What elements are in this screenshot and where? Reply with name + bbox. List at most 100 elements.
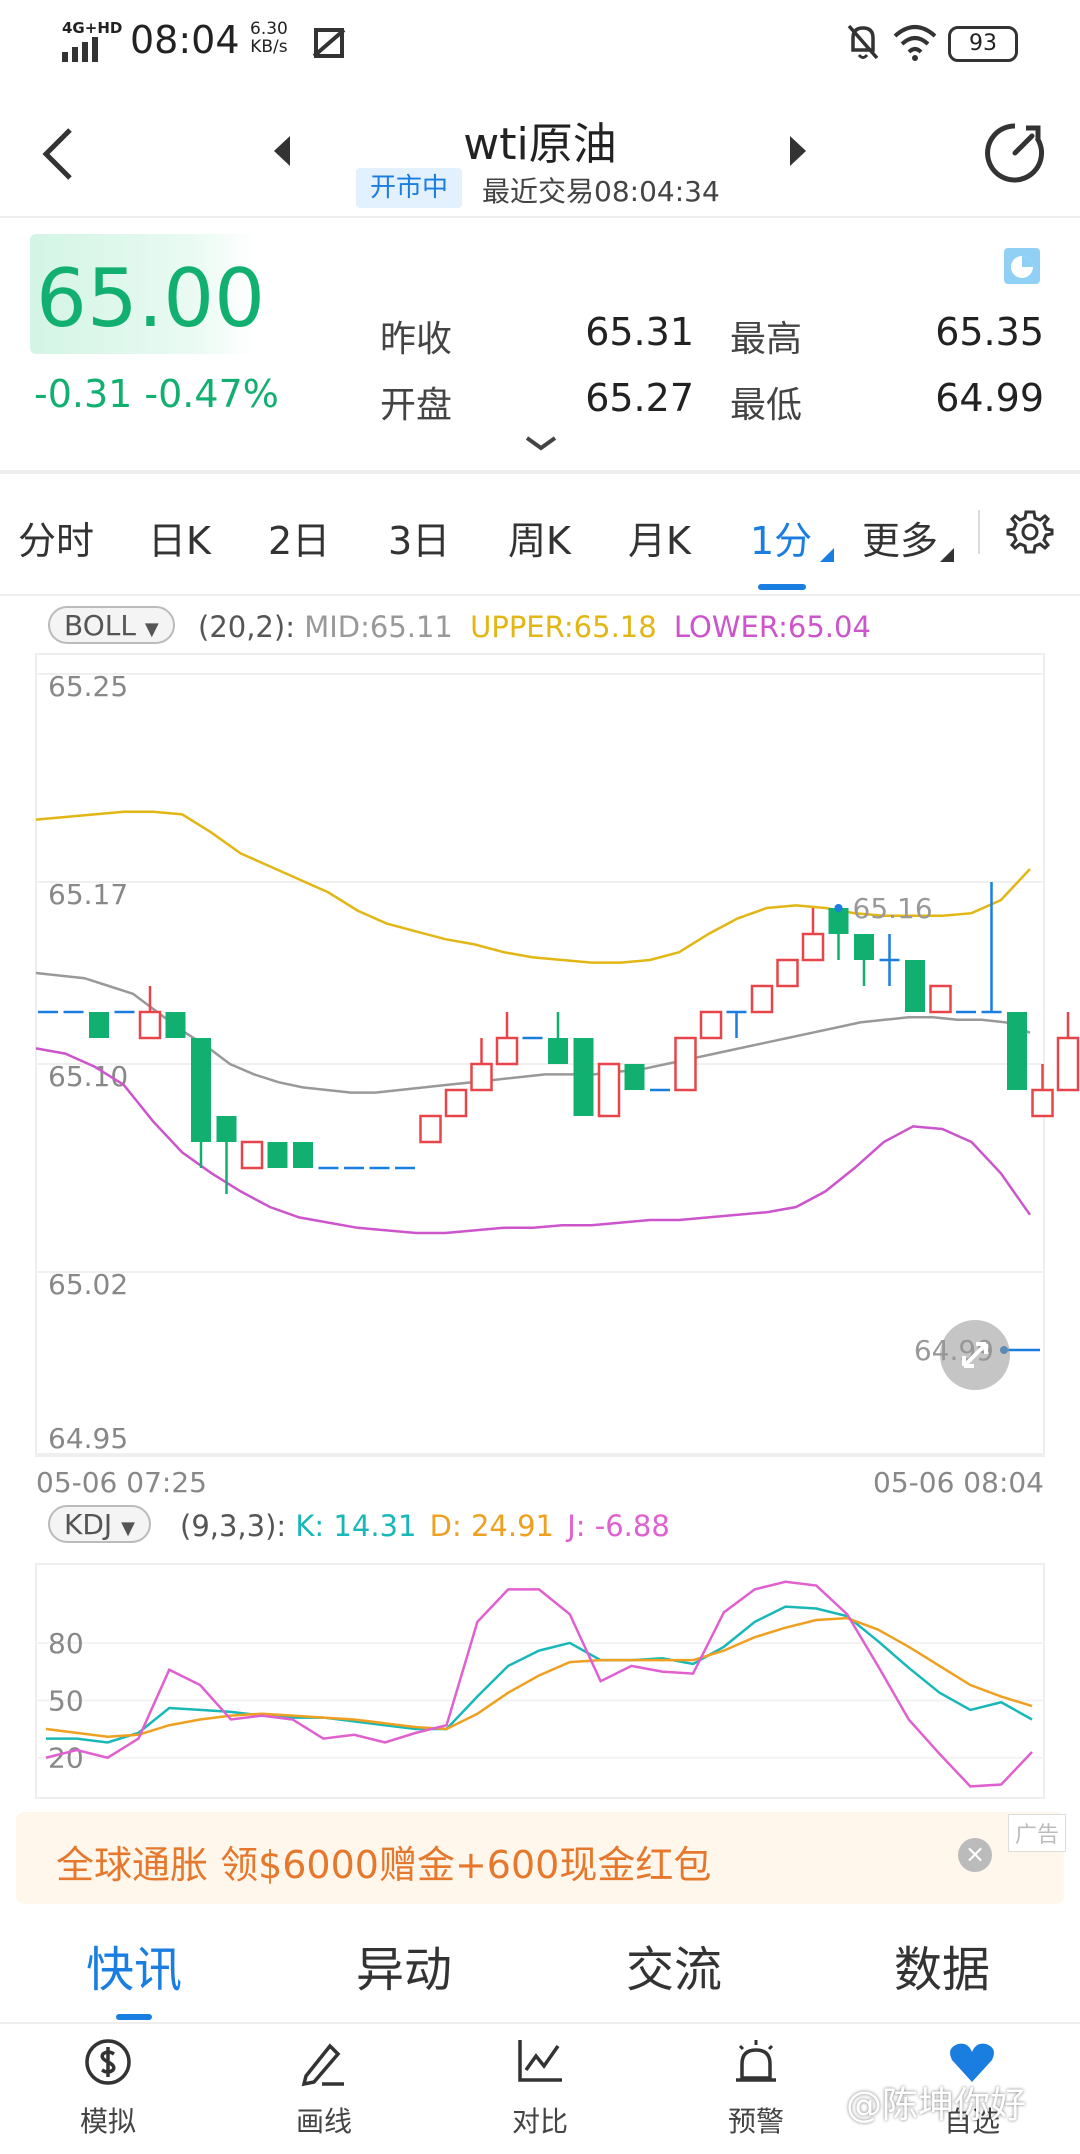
x-tick-label: 05-06 08:04 [873, 1466, 1044, 1499]
kdj-chart[interactable]: 80 50 20 [0, 1560, 1080, 1800]
tab-movement[interactable]: 异动 [356, 1930, 452, 2000]
kdj-j-line [45, 1580, 1033, 1788]
candle-body [905, 960, 925, 1012]
last-trade-time: 最近交易08:04:34 [482, 175, 720, 208]
next-instrument-icon[interactable] [786, 134, 810, 168]
kdj-k: K: 14.31 [295, 1509, 417, 1543]
boll-upper: UPPER:65.18 [470, 610, 657, 644]
candle-body [165, 1012, 186, 1038]
kdj-y-tick-label: 20 [48, 1742, 84, 1775]
kdj-frame [35, 1563, 1045, 1799]
tab-daily-k[interactable]: 日K [148, 510, 211, 565]
tab-weekly-k[interactable]: 周K [508, 510, 571, 565]
low-value: 64.99 [935, 376, 1044, 420]
high-label: 最高 [730, 319, 803, 360]
tab-data[interactable]: 数据 [894, 1930, 990, 2000]
kdj-params: (9,3,3): [180, 1509, 287, 1543]
nav-compare-label[interactable]: 对比 [470, 2100, 610, 2140]
candle-body [470, 1062, 493, 1092]
boll-values: (20,2): MID:65.11 UPPER:65.18 LOWER:65.0… [198, 610, 871, 644]
tab-more-dropdown-icon [940, 548, 954, 562]
fullscreen-button[interactable] [940, 1320, 1010, 1390]
low-label: 最低 [730, 385, 803, 426]
boll-name: BOLL [64, 609, 136, 642]
candle-body [1056, 1036, 1080, 1092]
candle-body [138, 1010, 162, 1040]
tab-more[interactable]: 更多 [862, 510, 938, 565]
high-value: 65.35 [935, 310, 1044, 354]
kdj-dropdown-icon: ▼ [121, 1518, 135, 1539]
boll-upper-line [35, 810, 1031, 964]
battery-indicator: 93 [948, 26, 1018, 62]
kdj-values: (9,3,3): K: 14.31 D: 24.91 J: -6.88 [180, 1509, 670, 1543]
kdj-j: J: -6.88 [567, 1509, 670, 1543]
boll-lower: LOWER:65.04 [673, 610, 871, 644]
simulate-dollar-icon[interactable] [82, 2036, 134, 2088]
signal-icon [62, 37, 98, 62]
open-value: 65.27 [585, 376, 694, 420]
draw-line-pen-icon[interactable] [298, 2036, 350, 2088]
market-status-badge: 开市中 [356, 168, 462, 208]
tab-monthly-k[interactable]: 月K [628, 510, 691, 565]
active-tab-indicator [758, 584, 806, 590]
tab-1min[interactable]: 1分 [750, 510, 812, 565]
candle-body [191, 1038, 211, 1142]
candle-body [444, 1088, 468, 1118]
boll-mid: MID:65.11 [304, 610, 453, 644]
ad-text[interactable]: 全球通胀 领$6000赠金+600现金红包 [56, 1834, 711, 1889]
tab-3day[interactable]: 3日 [388, 510, 450, 565]
ad-close-button[interactable]: × [958, 1838, 992, 1872]
y-tick-label: 65.02 [48, 1268, 128, 1301]
kdj-y-tick-label: 80 [48, 1627, 84, 1660]
current-price: 65.00 [36, 252, 266, 345]
expand-icon [962, 1342, 988, 1368]
pie-chart-icon[interactable] [1004, 248, 1040, 284]
nav-draw-label[interactable]: 画线 [254, 2100, 394, 2140]
high-annotation: 65.16 [853, 892, 933, 925]
candle-body [548, 1038, 568, 1064]
alert-alarm-icon[interactable] [730, 2036, 782, 2088]
y-tick-label: 65.25 [48, 670, 128, 703]
screenshot-icon [312, 28, 346, 58]
tab-timeshare[interactable]: 分时 [18, 510, 94, 565]
clock: 08:04 [130, 18, 240, 62]
tab-2day[interactable]: 2日 [268, 510, 330, 565]
candle-body [1031, 1088, 1054, 1118]
candle-body [854, 934, 874, 960]
y-tick-label: 64.95 [48, 1422, 128, 1455]
boll-selector[interactable]: BOLL ▼ [48, 606, 175, 644]
network-type: 4G+HD [62, 19, 123, 37]
kdj-y-tick-label: 50 [48, 1684, 84, 1717]
boll-params: (20,2): [198, 610, 295, 644]
y-tick-label: 65.17 [48, 878, 128, 911]
chart-frame [35, 653, 1045, 1457]
candle-body [929, 984, 952, 1014]
prev-close-label: 昨收 [380, 319, 453, 360]
tab-discussion[interactable]: 交流 [626, 1930, 722, 2000]
kdj-selector[interactable]: KDJ ▼ [48, 1505, 151, 1543]
high-marker [834, 904, 843, 912]
price-change: -0.31 -0.47% [34, 372, 279, 416]
tab-separator [978, 510, 980, 554]
candle-body [267, 1142, 288, 1168]
tab-flash-news[interactable]: 快讯 [86, 1930, 182, 2000]
mute-bell-icon [847, 24, 879, 60]
prev-close-value: 65.31 [585, 310, 694, 354]
page-title: wti原油 [463, 119, 617, 170]
refresh-timer-icon[interactable] [982, 120, 1048, 186]
speed-value: 6.30 [250, 19, 288, 39]
speed-unit: KB/s [250, 37, 288, 57]
expand-chevron-icon[interactable] [524, 434, 558, 452]
candle-body [1007, 1012, 1027, 1090]
compare-chart-icon[interactable] [514, 2036, 566, 2088]
nav-simulate-label[interactable]: 模拟 [38, 2100, 178, 2140]
nav-alert-label[interactable]: 预警 [686, 2100, 826, 2140]
candle-body [216, 1116, 237, 1142]
change-value: -0.31 [34, 372, 133, 416]
status-bar: 4G+HD 08:04 6.30 KB/s 93 [0, 0, 1080, 90]
settings-gear-icon[interactable] [1006, 508, 1054, 556]
candle-body [597, 1062, 621, 1118]
candlestick-chart[interactable]: 65.2565.1765.1065.0264.9505-06 07:25 05-0… [0, 640, 1080, 1500]
news-tab-indicator [116, 2014, 152, 2020]
bottom-divider [0, 2022, 1080, 2024]
